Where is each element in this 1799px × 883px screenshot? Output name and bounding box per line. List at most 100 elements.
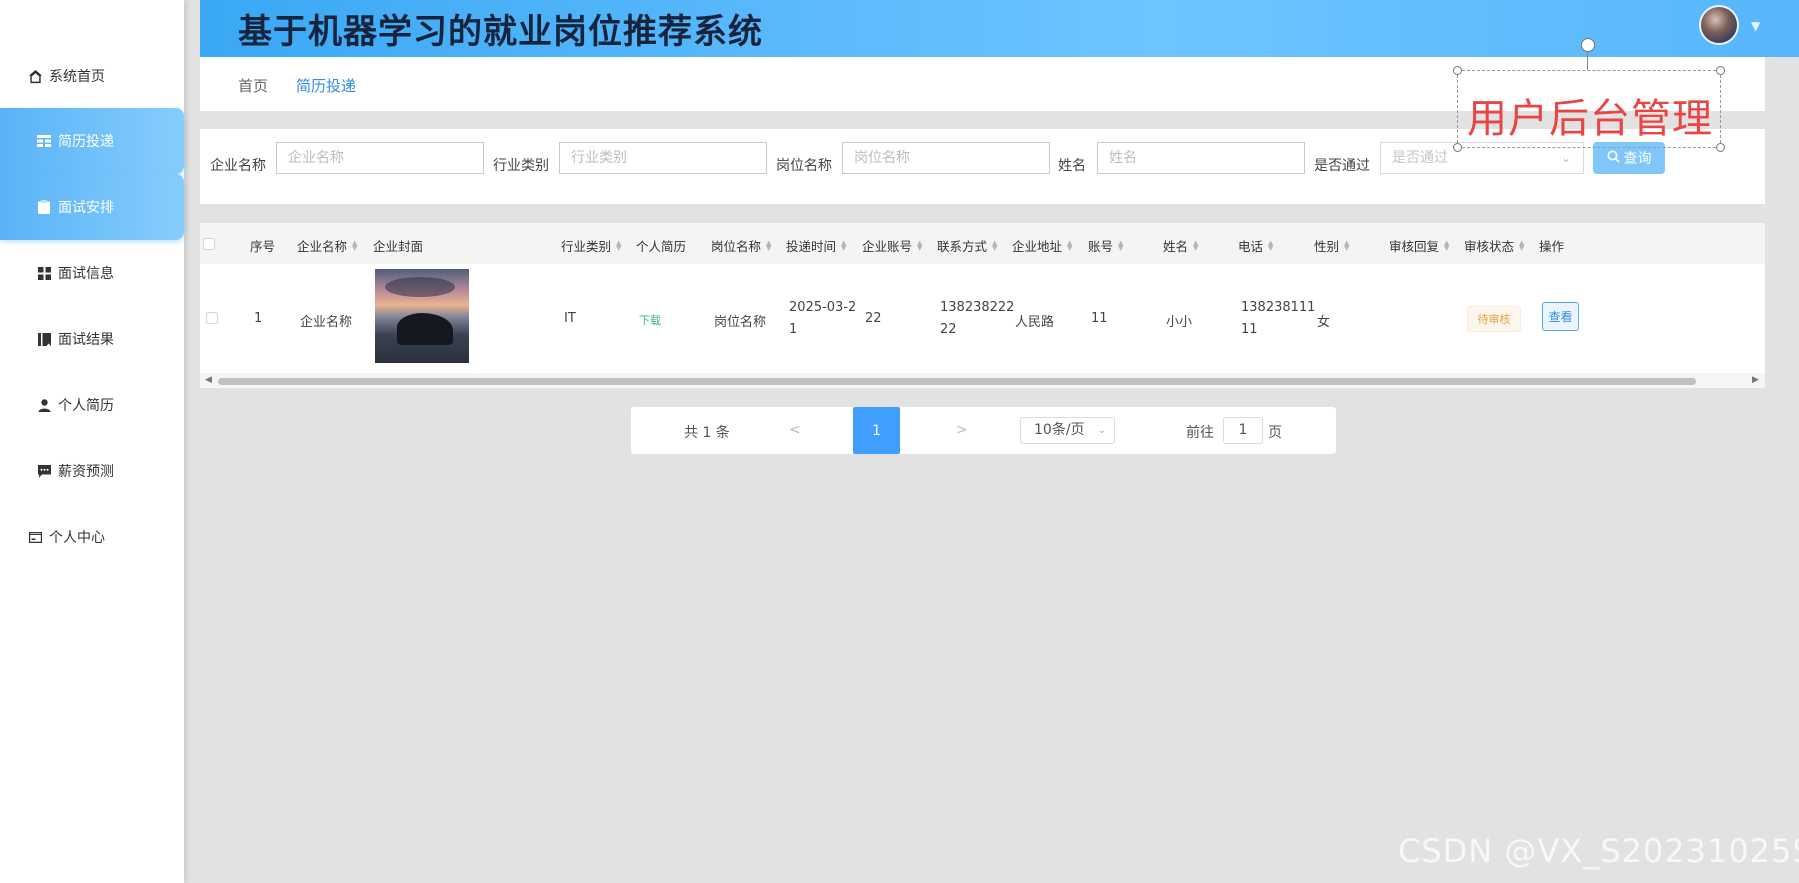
cell-index: 1 <box>254 311 263 326</box>
col-time[interactable]: 投递时间 ▲ ▼ <box>786 236 846 255</box>
col-address[interactable]: 企业地址 ▲ ▼ <box>1012 236 1072 255</box>
annotation-handle[interactable] <box>1453 66 1462 75</box>
col-company[interactable]: 企业名称 ▲ ▼ <box>297 236 357 255</box>
search-label-passed: 是否通过 <box>1314 158 1370 174</box>
search-label-industry: 行业类别 <box>493 158 549 174</box>
annotation-handle[interactable] <box>1716 66 1725 75</box>
sidebar-item-resume-submit[interactable]: 简历投递 <box>0 108 184 174</box>
breadcrumb-home[interactable]: 首页 <box>238 75 268 96</box>
page-suffix-label: 页 <box>1268 425 1282 441</box>
cell-gender: 女 <box>1317 315 1331 330</box>
scroll-left-icon[interactable]: ◀ <box>205 375 212 385</box>
cell-time-line1: 2025-03-2 <box>789 300 857 315</box>
sidebar-item-label: 面试结果 <box>58 332 114 348</box>
sort-icon: ▲ ▼ <box>766 238 772 252</box>
scroll-thumb[interactable] <box>218 378 1696 385</box>
sidebar-item-interview-info[interactable]: 面试信息 <box>0 240 184 306</box>
sort-icon: ▲ ▼ <box>841 238 847 252</box>
sidebar-item-interview-result[interactable]: 面试结果 <box>0 306 184 372</box>
sidebar-item-label: 个人简历 <box>58 398 114 414</box>
select-all-checkbox[interactable] <box>203 238 215 250</box>
sidebar-item-interview-schedule[interactable]: 面试安排 <box>0 174 184 240</box>
col-reply[interactable]: 审核回复 ▲ ▼ <box>1389 236 1449 255</box>
sort-icon: ▲ ▼ <box>1118 238 1124 252</box>
cell-position: 岗位名称 <box>714 315 767 330</box>
pagination: 共 1 条 < 1 > 10条/页 ⌄ 前往 1 页 <box>631 407 1336 454</box>
view-button[interactable]: 查看 <box>1542 302 1579 331</box>
breadcrumb-current: 简历投递 <box>296 77 357 95</box>
goto-page-input[interactable]: 1 <box>1223 417 1263 444</box>
chevron-down-icon: ⌄ <box>1097 425 1106 436</box>
col-status[interactable]: 审核状态 ▲ ▼ <box>1464 236 1524 255</box>
card-icon <box>27 529 43 545</box>
prev-page-button[interactable]: < <box>789 422 801 438</box>
pagination-total: 共 1 条 <box>684 425 730 441</box>
col-name[interactable]: 姓名 ▲ ▼ <box>1163 236 1198 255</box>
clipboard-icon <box>36 199 52 215</box>
passed-select-placeholder: 是否通过 <box>1392 150 1448 166</box>
sidebar-item-personal-center[interactable]: 个人中心 <box>0 504 184 570</box>
page-number-current[interactable]: 1 <box>853 407 900 454</box>
sort-icon: ▲ ▼ <box>917 238 923 252</box>
next-page-button[interactable]: > <box>956 422 968 438</box>
col-position[interactable]: 岗位名称 ▲ ▼ <box>711 236 771 255</box>
search-label-name: 姓名 <box>1058 158 1086 174</box>
sidebar-item-salary-predict[interactable]: 薪资预测 <box>0 438 184 504</box>
cell-time-line2: 1 <box>789 322 798 337</box>
company-name-input[interactable]: 企业名称 <box>276 142 484 174</box>
resume-download-link[interactable]: 下载 <box>639 312 661 328</box>
sidebar-item-home[interactable]: 系统首页 <box>0 43 184 109</box>
horizontal-scrollbar[interactable]: ◀ ▶ <box>200 373 1765 388</box>
col-resume: 个人简历 <box>636 239 687 254</box>
user-icon <box>36 397 52 413</box>
goto-label: 前往 <box>1186 425 1214 441</box>
table-header: 序号 企业名称 ▲ ▼ 企业封面 行业类别 ▲ ▼ 个人简历 岗位名称 ▲ ▼ 投递时间 ▲ ▼… <box>200 223 1765 264</box>
company-cover-image <box>375 269 469 363</box>
search-label-company: 企业名称 <box>210 158 266 174</box>
col-industry[interactable]: 行业类别 ▲ ▼ <box>561 236 621 255</box>
industry-input[interactable]: 行业类别 <box>559 142 767 174</box>
name-input[interactable]: 姓名 <box>1097 142 1305 174</box>
sort-icon: ▲ ▼ <box>1193 238 1199 252</box>
cell-company-account: 22 <box>865 311 882 326</box>
col-gender[interactable]: 性别 ▲ ▼ <box>1314 236 1349 255</box>
home-icon <box>27 68 43 84</box>
search-icon <box>1607 150 1620 166</box>
cell-address: 人民路 <box>1015 315 1055 330</box>
search-label-position: 岗位名称 <box>776 158 832 174</box>
sidebar-item-label: 面试安排 <box>58 200 114 216</box>
page-size-select[interactable]: 10条/页 ⌄ <box>1020 417 1115 444</box>
col-phone[interactable]: 电话 ▲ ▼ <box>1238 236 1273 255</box>
sort-icon: ▲ ▼ <box>992 238 998 252</box>
col-company-account[interactable]: 企业账号 ▲ ▼ <box>862 236 922 255</box>
col-cover: 企业封面 <box>373 239 424 254</box>
data-table: 序号 企业名称 ▲ ▼ 企业封面 行业类别 ▲ ▼ 个人简历 岗位名称 ▲ ▼ 投递时间 ▲ ▼… <box>200 223 1765 388</box>
chevron-down-icon[interactable]: ▼ <box>1751 19 1760 33</box>
col-index: 序号 <box>250 239 276 254</box>
sidebar-item-label: 薪资预测 <box>58 464 114 480</box>
col-account[interactable]: 账号 ▲ ▼ <box>1088 236 1123 255</box>
avatar[interactable] <box>1699 5 1739 45</box>
cell-phone-line2: 11 <box>1241 322 1258 337</box>
sidebar: 系统首页 简历投递 面试安排 面试信息 面试结果 个人简历 薪资预测 个人中心 <box>0 0 184 883</box>
search-button-label: 查询 <box>1623 150 1652 166</box>
cell-name: 小小 <box>1166 315 1193 330</box>
sidebar-item-personal-resume[interactable]: 个人简历 <box>0 372 184 438</box>
annotation-rotate-handle[interactable] <box>1581 38 1595 52</box>
apps-icon <box>36 265 52 281</box>
watermark: CSDN @VX_S20231025S <box>1398 832 1799 870</box>
scroll-right-icon[interactable]: ▶ <box>1752 375 1759 385</box>
col-contact[interactable]: 联系方式 ▲ ▼ <box>937 236 997 255</box>
position-name-input[interactable]: 岗位名称 <box>842 142 1050 174</box>
annotation-text: 用户后台管理 <box>1467 96 1713 142</box>
row-checkbox[interactable] <box>206 312 218 324</box>
cell-industry: IT <box>564 311 576 326</box>
cell-company: 企业名称 <box>300 315 353 330</box>
cell-account: 11 <box>1091 311 1108 326</box>
sort-icon: ▲ ▼ <box>1268 238 1274 252</box>
cell-contact-line1: 138238222 <box>940 300 1015 315</box>
page-size-value: 10条/页 <box>1034 422 1085 438</box>
top-header: 基于机器学习的就业岗位推荐系统 ▼ <box>200 0 1799 57</box>
annotation-handle[interactable] <box>1453 143 1462 152</box>
annotation-handle[interactable] <box>1716 143 1725 152</box>
